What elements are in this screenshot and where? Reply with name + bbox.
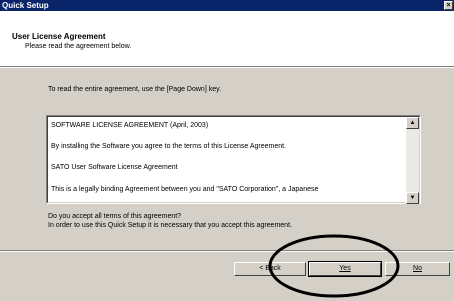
highlight-circle: [268, 234, 400, 298]
